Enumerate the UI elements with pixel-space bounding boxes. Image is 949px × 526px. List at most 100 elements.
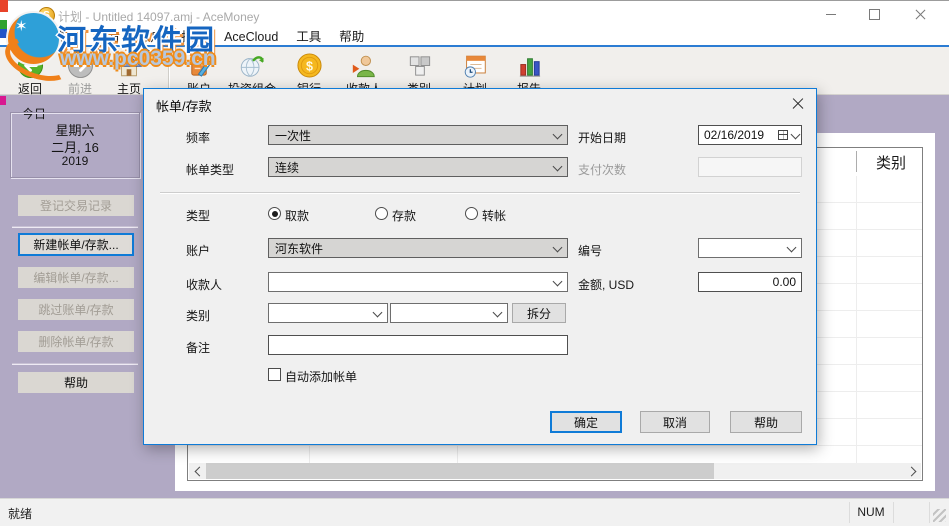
bill-deposit-dialog: 帐单/存款 频率 一次性 开始日期 02/16/2019 帐单类型 连续 支付次… xyxy=(143,88,817,445)
bill-type-label: 帐单类型 xyxy=(186,163,235,177)
dialog-close-button[interactable] xyxy=(782,92,814,114)
reports-icon xyxy=(501,51,557,80)
chevron-down-icon xyxy=(790,129,801,139)
watermark-color-square xyxy=(0,96,6,105)
memo-input[interactable] xyxy=(268,335,568,355)
categories-icon xyxy=(391,51,447,80)
memo-label: 备注 xyxy=(186,341,211,355)
minimize-button[interactable] xyxy=(808,1,853,28)
menu-reports[interactable]: 报告 xyxy=(172,27,215,47)
menu-bar: 文件 编辑 查看 账户 报告 AceCloud 工具 帮助 xyxy=(0,27,949,47)
watermark-logo-icon: ✶ xyxy=(0,11,79,89)
help-button[interactable]: 帮助 xyxy=(730,411,802,433)
frequency-select[interactable]: 一次性 xyxy=(268,125,568,145)
account-label: 账户 xyxy=(186,244,211,258)
maximize-icon xyxy=(869,9,880,20)
chevron-down-icon xyxy=(786,242,797,252)
portfolio-icon xyxy=(224,51,280,80)
watermark-color-square xyxy=(0,0,8,12)
sidebar-help-button[interactable]: 帮助 xyxy=(18,372,134,393)
register-transaction-button[interactable]: 登记交易记录 xyxy=(18,195,134,216)
menu-keyline xyxy=(0,45,949,47)
category-label: 类别 xyxy=(186,309,211,323)
menu-help[interactable]: 帮助 xyxy=(330,27,373,47)
menu-tools[interactable]: 工具 xyxy=(287,27,330,47)
schedule-icon xyxy=(447,51,503,80)
subcategory-select[interactable] xyxy=(390,303,508,323)
payee-select[interactable] xyxy=(268,272,568,292)
svg-text:$: $ xyxy=(306,59,313,73)
auto-add-label[interactable]: 自动添加帐单 xyxy=(285,368,357,385)
payment-count-label: 支付次数 xyxy=(578,163,627,177)
type-label: 类型 xyxy=(186,209,211,223)
status-bar: 就绪 NUM xyxy=(0,498,949,526)
status-divider xyxy=(893,502,894,523)
resize-grip[interactable] xyxy=(933,509,946,522)
status-ready: 就绪 xyxy=(8,507,33,521)
title-bar: S 计划 - Untitled 14097.amj - AceMoney xyxy=(0,0,949,27)
horizontal-scrollbar[interactable] xyxy=(189,463,921,479)
menu-accounts[interactable]: 账户 xyxy=(129,27,172,47)
close-icon xyxy=(792,97,804,109)
cancel-button[interactable]: 取消 xyxy=(640,411,710,433)
scroll-left-button[interactable] xyxy=(189,463,206,479)
amount-input[interactable]: 0.00 xyxy=(698,272,802,292)
dialog-title: 帐单/存款 xyxy=(156,99,212,114)
frequency-label: 频率 xyxy=(186,131,211,145)
transfer-radio[interactable] xyxy=(465,207,478,220)
watermark-color-square xyxy=(0,20,7,29)
delete-bill-button[interactable]: 删除帐单/存款 xyxy=(18,331,134,352)
star-icon: ✶ xyxy=(15,18,28,35)
toolbar-separator xyxy=(168,53,169,89)
deposit-radio[interactable] xyxy=(375,207,388,220)
home-icon xyxy=(101,51,157,80)
chevron-down-icon xyxy=(552,276,563,286)
calendar-icon xyxy=(778,130,788,140)
start-date-input[interactable]: 02/16/2019 xyxy=(698,125,802,145)
chevron-down-icon xyxy=(552,242,563,252)
status-divider xyxy=(849,502,850,523)
number-select[interactable] xyxy=(698,238,802,258)
payees-icon xyxy=(336,51,392,80)
header-column-divider xyxy=(856,151,857,172)
number-label: 编号 xyxy=(578,244,603,258)
skip-bill-button[interactable]: 跳过账单/存款 xyxy=(18,299,134,320)
category-select[interactable] xyxy=(268,303,388,323)
ok-button[interactable]: 确定 xyxy=(550,411,622,433)
scrollbar-thumb[interactable] xyxy=(206,463,714,479)
transfer-radio-label[interactable]: 转帐 xyxy=(482,207,506,224)
menu-view[interactable]: 查看 xyxy=(86,27,129,47)
withdraw-radio[interactable] xyxy=(268,207,281,220)
window-title: 计划 - Untitled 14097.amj - AceMoney xyxy=(58,10,260,24)
chevron-down-icon xyxy=(552,129,563,139)
chevron-down-icon xyxy=(492,307,503,317)
column-header-category[interactable]: 类别 xyxy=(860,152,922,173)
dialog-separator xyxy=(160,192,800,194)
deposit-radio-label[interactable]: 存款 xyxy=(392,207,416,224)
close-icon xyxy=(915,9,926,20)
status-num-indicator: NUM xyxy=(857,505,885,519)
auto-add-checkbox[interactable] xyxy=(268,368,281,381)
chevron-right-icon xyxy=(906,466,916,476)
account-select[interactable]: 河东软件 xyxy=(268,238,568,258)
scroll-right-button[interactable] xyxy=(904,463,921,479)
menu-acecloud[interactable]: AceCloud xyxy=(215,27,287,47)
bank-icon: $ xyxy=(281,51,337,80)
bill-type-select[interactable]: 连续 xyxy=(268,157,568,177)
withdraw-radio-label[interactable]: 取款 xyxy=(285,207,309,224)
sidebar-separator-bottom xyxy=(12,363,138,365)
dialog-title-bar: 帐单/存款 xyxy=(144,89,816,117)
new-bill-button[interactable]: 新建帐单/存款... xyxy=(18,233,134,256)
chevron-down-icon xyxy=(372,307,383,317)
maximize-button[interactable] xyxy=(852,1,897,28)
edit-bill-button[interactable]: 编辑帐单/存款... xyxy=(18,267,134,288)
sidebar-separator-top xyxy=(12,226,138,228)
acemoney-window: S 计划 - Untitled 14097.amj - AceMoney 文件 … xyxy=(0,0,949,526)
start-date-label: 开始日期 xyxy=(578,131,627,145)
close-button[interactable] xyxy=(898,1,943,28)
split-button[interactable]: 拆分 xyxy=(512,303,566,323)
accounts-icon xyxy=(171,51,227,80)
amount-label: 金额, USD xyxy=(578,278,635,292)
today-year: 2019 xyxy=(61,154,89,168)
chevron-left-icon xyxy=(194,466,204,476)
